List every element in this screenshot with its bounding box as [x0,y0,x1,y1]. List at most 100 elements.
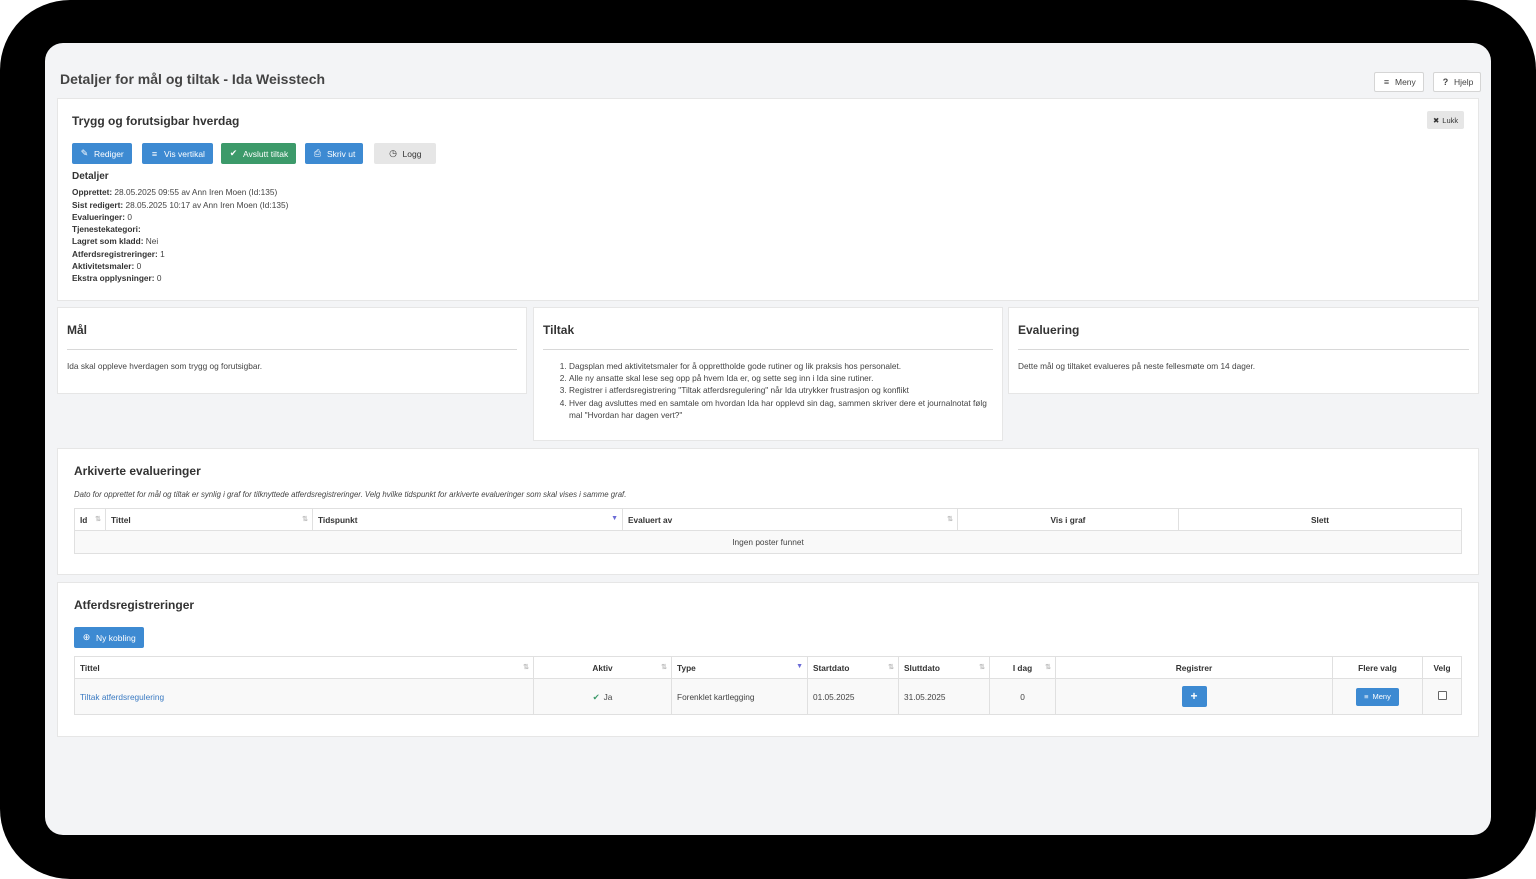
col-header-type[interactable]: Type ▼ [671,656,808,679]
empty-table-message: Ingen poster funnet [74,530,1462,554]
app-screen: Detaljer for mål og tiltak - Ida Weisste… [45,43,1491,835]
goal-card: Mål Ida skal oppleve hverdagen som trygg… [57,307,527,394]
printer-icon: ⎙ [313,148,322,158]
detail-label: Lagret som kladd: [72,236,144,247]
edit-button-label: Rediger [94,148,124,159]
row-title-cell: Tiltak atferdsregulering [74,678,534,715]
page-title: Detaljer for mål og tiltak - Ida Weisste… [60,71,326,87]
detail-value: 0 [136,261,142,272]
sort-icon: ⇅ [523,664,529,671]
hamburger-icon: ≡ [1383,77,1390,87]
menu-button[interactable]: ≡ Meny [1374,72,1424,92]
detail-label: Sist redigert: [72,199,124,210]
finish-measure-button[interactable]: ✔ Avslutt tiltak [221,143,297,164]
col-header-today[interactable]: I dag ⇅ [989,656,1056,679]
row-end-cell: 31.05.2025 [898,678,990,715]
measures-card: Tiltak Dagsplan med aktivitetsmaler for … [533,307,1003,441]
col-header-active[interactable]: Aktiv ⇅ [533,656,672,679]
print-button-label: Skriv ut [327,148,356,159]
register-plus-button[interactable]: + [1181,686,1207,707]
col-header-title[interactable]: Tittel ⇅ [74,656,534,679]
row-menu-button-label: Meny [1372,692,1391,701]
col-header-more-options: Flere valg [1332,656,1423,679]
sort-icon: ⇅ [979,664,985,671]
check-icon: ✔ [229,148,238,158]
menu-button-label: Meny [1395,77,1416,87]
goal-card-text: Ida skal oppleve hverdagen som trygg og … [67,361,263,371]
detail-value: 28.05.2025 10:17 av Ann Iren Moen (Id:13… [125,199,289,210]
row-active-value: Ja [603,691,613,702]
row-type-cell: Forenklet kartlegging [671,678,808,715]
detail-value: 0 [127,211,132,222]
col-header-start-date[interactable]: Startdato ⇅ [807,656,899,679]
vertical-view-button-label: Vis vertikal [164,148,205,159]
new-link-button[interactable]: ⊕ Ny kobling [74,627,144,648]
device-frame: Detaljer for mål og tiltak - Ida Weisste… [0,0,1536,879]
hamburger-icon: ≡ [1364,692,1369,701]
measures-list: Dagsplan med aktivitetsmaler for å oppre… [543,360,991,421]
list-icon: ≡ [151,148,158,159]
evaluation-card-text: Dette mål og tiltaket evalueres på neste… [1018,361,1256,371]
detail-label: Atferdsregistreringer: [72,248,158,259]
details-heading: Detaljer [72,171,109,182]
archived-evaluations-table: Id ⇅ Tittel ⇅ Tidspunkt ▼ Evaluert av ⇅ Vis … [74,508,1462,554]
row-select-checkbox[interactable] [1437,691,1447,700]
row-select-cell [1422,678,1462,715]
help-button[interactable]: ? Hjelp [1433,72,1482,92]
new-link-button-label: Ny kobling [96,632,136,643]
close-button[interactable]: ✖ Lukk [1427,111,1465,129]
print-button[interactable]: ⎙ Skriv ut [305,143,364,164]
divider [543,349,993,350]
sort-icon: ⇅ [95,516,101,523]
sort-desc-icon: ▼ [796,663,803,670]
archived-evaluations-panel: Arkiverte evalueringer Dato for opprette… [57,448,1479,575]
clock-icon: ◷ [389,148,397,158]
archived-evaluations-title: Arkiverte evalueringer [74,464,201,478]
log-button[interactable]: ◷ Logg [374,143,436,164]
col-header-id[interactable]: Id ⇅ [74,508,106,531]
sort-icon: ⇅ [302,516,308,523]
detail-value: Nei [145,236,159,247]
col-header-evaluated-by[interactable]: Evaluert av ⇅ [622,508,958,531]
row-active-cell: ✔ Ja [533,678,672,715]
row-title-link[interactable]: Tiltak atferdsregulering [80,692,164,702]
finish-measure-button-label: Avslutt tiltak [243,148,289,159]
detail-label: Opprettet: [72,187,113,198]
archived-evaluations-table-wrapper: Id ⇅ Tittel ⇅ Tidspunkt ▼ Evaluert av ⇅ Vis … [74,508,1462,554]
detail-label: Tjenestekategori: [72,224,141,235]
detail-value: 28.05.2025 09:55 av Ann Iren Moen (Id:13… [114,187,278,198]
plus-circle-icon: ⊕ [82,632,91,642]
table-header-row: Tittel ⇅ Aktiv ⇅ Type ▼ Startdato ⇅ Sluttdat… [74,656,1462,679]
help-button-label: Hjelp [1454,77,1474,87]
detail-row: Opprettet: 28.05.2025 09:55 av Ann Iren … [72,186,288,198]
question-icon: ? [1442,77,1449,87]
row-register-cell: + [1055,678,1333,715]
row-start-cell: 01.05.2025 [807,678,899,715]
detail-row: Atferdsregistreringer: 1 [72,248,288,260]
col-header-title[interactable]: Tittel ⇅ [105,508,313,531]
sort-icon: ⇅ [888,664,894,671]
edit-button[interactable]: ✎ Rediger [72,143,132,164]
row-today-cell: 0 [989,678,1056,715]
vertical-view-button[interactable]: ≡ Vis vertikal [142,143,213,164]
detail-label: Evalueringer: [72,211,126,222]
detail-value: 0 [156,273,162,284]
row-menu-button[interactable]: ≡ Meny [1356,687,1399,706]
detail-value: 1 [160,248,165,259]
sort-desc-icon: ▼ [611,515,618,522]
detail-row: Sist redigert: 28.05.2025 10:17 av Ann I… [72,199,288,211]
col-header-register: Registrer [1055,656,1333,679]
sort-icon: ⇅ [661,664,667,671]
col-header-show-in-graph: Vis i graf [957,508,1179,531]
behavior-registrations-table-wrapper: Tittel ⇅ Aktiv ⇅ Type ▼ Startdato ⇅ Sluttdat… [74,656,1462,715]
evaluation-card-title: Evaluering [1018,323,1080,337]
list-item: Alle ny ansatte skal lese seg opp på hve… [569,372,991,384]
col-header-end-date[interactable]: Sluttdato ⇅ [898,656,990,679]
row-menu-cell: ≡ Meny [1332,678,1423,715]
table-row: Ingen poster funnet [74,530,1462,554]
edit-icon: ✎ [80,148,89,158]
col-header-select: Velg [1422,656,1462,679]
detail-row: Aktivitetsmaler: 0 [72,260,288,272]
col-header-time[interactable]: Tidspunkt ▼ [312,508,623,531]
table-row: Tiltak atferdsregulering ✔ Ja Forenklet k… [74,678,1462,715]
